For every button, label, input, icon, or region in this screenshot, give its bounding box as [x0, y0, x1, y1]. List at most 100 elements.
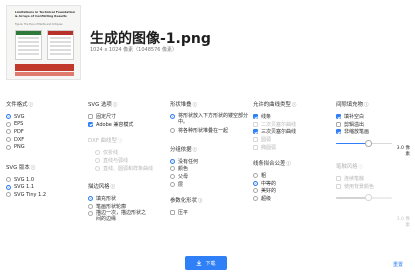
download-button[interactable]: 下载 [185, 256, 227, 270]
radio-icon[interactable] [253, 196, 258, 202]
info-icon[interactable]: ⓘ [111, 184, 116, 190]
shape-column: 形状堆叠ⓘ 将形状放入下方形状的镂空部分中。 将各种形状堆叠在一起 分组依据ⓘ … [170, 100, 248, 217]
bg-label: 笔触风格 [336, 163, 358, 170]
continuous-stroke-option: 连续笔触 [336, 175, 394, 183]
stroke-fill-option[interactable]: 填充形状 [88, 195, 153, 203]
radio-icon[interactable] [88, 196, 93, 202]
fit-fine-option[interactable]: 美好的 [253, 187, 296, 195]
format-option-dxf[interactable]: DXF [6, 136, 46, 144]
checkbox-icon [253, 137, 258, 143]
radio-icon[interactable] [6, 184, 11, 190]
info-icon[interactable]: ⓘ [29, 102, 34, 108]
svg-version-1-0[interactable]: SVG 1.0 [6, 176, 46, 184]
radio-icon[interactable] [6, 144, 11, 150]
info-icon[interactable]: ⓘ [286, 161, 291, 167]
radio-icon[interactable] [170, 174, 175, 180]
radio-icon[interactable] [170, 114, 175, 119]
radio-icon[interactable] [170, 181, 175, 187]
curve-cubic-option[interactable]: 三次贝塞尔曲线 [253, 128, 296, 136]
info-icon[interactable]: ⓘ [198, 198, 203, 204]
radio-icon [95, 158, 100, 164]
non-scaling-stroke-option[interactable]: 非缩放笔画 [336, 128, 394, 136]
params-label: 参数化形状 [170, 197, 197, 204]
gap-fill-option[interactable]: 填补空白 [336, 113, 394, 121]
radio-icon[interactable] [253, 188, 258, 194]
radio-icon[interactable] [88, 203, 93, 209]
checkbox-icon[interactable] [170, 210, 175, 216]
preview-subtitle: Figure: The Tone of Merits and Critiques [15, 23, 63, 26]
curve-arc-option: 圆弧 [253, 136, 296, 144]
group-layer-option[interactable]: 层 [170, 180, 248, 188]
gap-column: 间隙填充物ⓘ 填补空白 剪辑溢出 非缩放笔画 笔触风格ⓘ 连续笔触 使用背景颜色 [336, 100, 394, 206]
fit-label: 线条拟合公差 [253, 160, 286, 167]
checkbox-icon[interactable] [88, 121, 93, 127]
stack-layer-option[interactable]: 将各种形状堆叠在一起 [170, 127, 248, 135]
radio-icon[interactable] [6, 121, 11, 127]
radio-icon[interactable] [88, 211, 93, 217]
group-parent-option[interactable]: 父母 [170, 173, 248, 181]
shape-stack-label: 形状堆叠 [170, 102, 192, 108]
format-option-png[interactable]: PNG [6, 143, 46, 151]
slider-handle[interactable] [365, 140, 372, 147]
fit-medium-option[interactable]: 中等的 [253, 180, 296, 188]
preview-banner-strip [15, 72, 74, 76]
fixed-size-option[interactable]: 固定尺寸 [88, 113, 153, 121]
format-option-svg[interactable]: SVG [6, 113, 46, 121]
clip-overflow-option[interactable]: 剪辑溢出 [336, 121, 394, 129]
slider-handle [365, 194, 372, 201]
info-icon[interactable]: ⓘ [193, 102, 198, 108]
gap-width-value: 3.0 像素 [396, 146, 410, 157]
stroke-edges-option[interactable]: 描边一次，描边形状之间的边缘 [88, 210, 153, 224]
format-option-pdf[interactable]: PDF [6, 128, 46, 136]
adobe-compat-option[interactable]: Adobe 兼容模式 [88, 121, 153, 129]
checkbox-icon[interactable] [336, 121, 341, 127]
checkbox-icon[interactable] [88, 114, 93, 120]
flatten-option[interactable]: 压平 [170, 209, 248, 217]
fit-super-option[interactable]: 超级 [253, 195, 296, 203]
radio-icon[interactable] [6, 129, 11, 135]
radio-icon[interactable] [6, 192, 11, 198]
format-option-eps[interactable]: EPS [6, 121, 46, 129]
curves-label: 允许的曲线类型 [253, 102, 291, 108]
dxf-option-splines: 直线、圆弧和样条曲线 [88, 164, 153, 172]
radio-icon[interactable] [170, 128, 175, 134]
file-dimensions: 1024 x 1024 像素（1048576 像素） [90, 47, 178, 53]
checkbox-icon [253, 144, 258, 150]
info-icon[interactable]: ⓘ [292, 102, 297, 108]
checkbox-icon[interactable] [336, 114, 341, 120]
group-color-option[interactable]: 颜色 [170, 165, 248, 173]
preview-panel [15, 30, 42, 60]
info-icon[interactable]: ⓘ [193, 147, 198, 153]
radio-icon[interactable] [253, 173, 258, 179]
format-column: 文件格式ⓘ SVG EPS PDF DXF PNG SVG 版本ⓘ SVG 1.… [6, 100, 46, 199]
curve-lines-option[interactable]: 线条 [253, 113, 296, 121]
stack-cutout-option[interactable]: 将形状放入下方形状的镂空部分中。 [170, 113, 248, 127]
reset-link[interactable]: 重置 [393, 261, 403, 268]
radio-icon[interactable] [6, 177, 11, 183]
group-none-option[interactable]: 没有任何 [170, 158, 248, 166]
radio-icon[interactable] [253, 180, 258, 186]
preview-banner [15, 64, 74, 71]
stroke-label: 描边风格 [88, 183, 110, 190]
dxf-option-arcs: 直线与弧线 [88, 157, 153, 165]
info-icon[interactable]: ⓘ [31, 165, 36, 171]
preview-image: Limitations in Technical Foundation & Ar… [6, 5, 81, 80]
checkbox-icon[interactable] [336, 129, 341, 135]
gap-width-slider[interactable] [336, 138, 394, 152]
checkbox-icon[interactable] [253, 114, 258, 120]
download-icon [196, 260, 202, 266]
checkbox-icon[interactable] [253, 129, 258, 135]
info-icon[interactable]: ⓘ [364, 102, 369, 108]
bg-color-option: 使用背景颜色 [336, 182, 394, 190]
dxf-label: DXF 曲线型 [88, 138, 117, 145]
fit-coarse-option[interactable]: 粗 [253, 172, 296, 180]
svg-version-tiny[interactable]: SVG Tiny 1.2 [6, 191, 46, 199]
svg-version-1-1[interactable]: SVG 1.1 [6, 184, 46, 192]
radio-icon[interactable] [6, 137, 11, 143]
radio-icon[interactable] [6, 114, 11, 120]
format-label: 文件格式 [6, 102, 28, 108]
radio-icon[interactable] [170, 166, 175, 172]
radio-icon[interactable] [170, 158, 175, 164]
info-icon[interactable]: ⓘ [113, 102, 118, 108]
file-name: 生成的图像-1.png [90, 31, 211, 47]
